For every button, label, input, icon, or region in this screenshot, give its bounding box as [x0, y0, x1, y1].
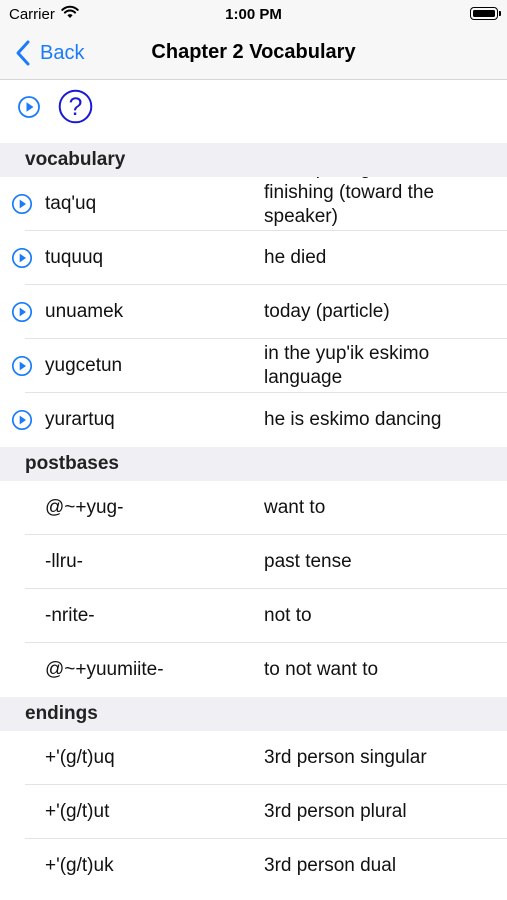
list-item[interactable]: -llru-past tense — [0, 535, 507, 589]
list-item[interactable]: @~+yuumiite-to not want to — [0, 643, 507, 697]
vocabulary-list: vocabulary taq'uq he is quitting, he is fi… — [0, 143, 507, 893]
term-label: +'(g/t)uk — [45, 855, 114, 876]
meaning-label: in the yup'ik eskimo language — [264, 343, 430, 388]
term-label: tuquuq — [45, 247, 104, 268]
battery-level — [472, 9, 495, 17]
list-item[interactable]: +'(g/t)uk 3rd person dual — [0, 839, 507, 893]
play-circle-icon[interactable] — [11, 355, 33, 377]
meaning-label: to not want to — [264, 659, 379, 680]
meaning-label: want to — [264, 497, 326, 518]
list-item[interactable]: tuquuq he died — [0, 231, 507, 285]
play-circle-icon[interactable] — [11, 301, 33, 323]
list-item[interactable]: @~+yug-want to — [0, 481, 507, 535]
list-item[interactable]: +'(g/t)uq 3rd person singular — [0, 731, 507, 785]
term-label: @~+yug- — [45, 497, 124, 518]
section-header-endings: endings — [0, 697, 507, 731]
play-circle-icon[interactable] — [11, 247, 33, 269]
meaning-label: 3rd person dual — [264, 855, 397, 876]
section-header-vocabulary: vocabulary — [0, 143, 507, 177]
term-label: yurartuq — [45, 409, 115, 430]
status-bar: Carrier 1:00 PM — [0, 0, 507, 28]
term-label: @~+yuumiite- — [45, 659, 164, 680]
meaning-label: past tense — [264, 551, 352, 572]
term-label: +'(g/t)ut — [45, 801, 110, 822]
meaning-label: he is eskimo dancing — [264, 409, 442, 430]
play-circle-icon[interactable] — [11, 409, 33, 431]
toolbar: ? — [0, 81, 507, 143]
list-item[interactable]: yurartuq he is eskimo dancing — [0, 393, 507, 447]
meaning-label: 3rd person singular — [264, 747, 427, 768]
meaning-label: he died — [264, 247, 327, 268]
list-item[interactable]: unuamek today (particle) — [0, 285, 507, 339]
meaning-label: he is quitting, he is finishing (toward … — [264, 177, 435, 227]
section-header-postbases: postbases — [0, 447, 507, 481]
list-item[interactable]: +'(g/t)ut 3rd person plural — [0, 785, 507, 839]
meaning-label: today (particle) — [264, 301, 390, 322]
meaning-label: not to — [264, 605, 312, 626]
navigation-bar: Back Chapter 2 Vocabulary — [0, 28, 507, 80]
status-time: 1:00 PM — [225, 6, 282, 23]
term-label: taq'uq — [45, 193, 97, 214]
play-all-button[interactable] — [17, 95, 41, 119]
term-label: -llru- — [45, 551, 83, 572]
play-circle-icon[interactable] — [11, 193, 33, 215]
list-item[interactable]: yugcetun in the yup'ik eskimo language — [0, 339, 507, 393]
term-label: -nrite- — [45, 605, 95, 626]
term-label: yugcetun — [45, 355, 123, 376]
battery-icon — [470, 7, 501, 20]
help-button[interactable]: ? — [58, 89, 93, 124]
page-title: Chapter 2 Vocabulary — [151, 41, 356, 63]
meaning-label: 3rd person plural — [264, 801, 407, 822]
term-label: unuamek — [45, 301, 124, 322]
list-item[interactable]: -nrite-not to — [0, 589, 507, 643]
list-item[interactable]: taq'uq he is quitting, he is finishing (t… — [0, 177, 507, 231]
question-circle-icon: ? — [69, 93, 83, 121]
term-label: +'(g/t)uq — [45, 747, 115, 768]
